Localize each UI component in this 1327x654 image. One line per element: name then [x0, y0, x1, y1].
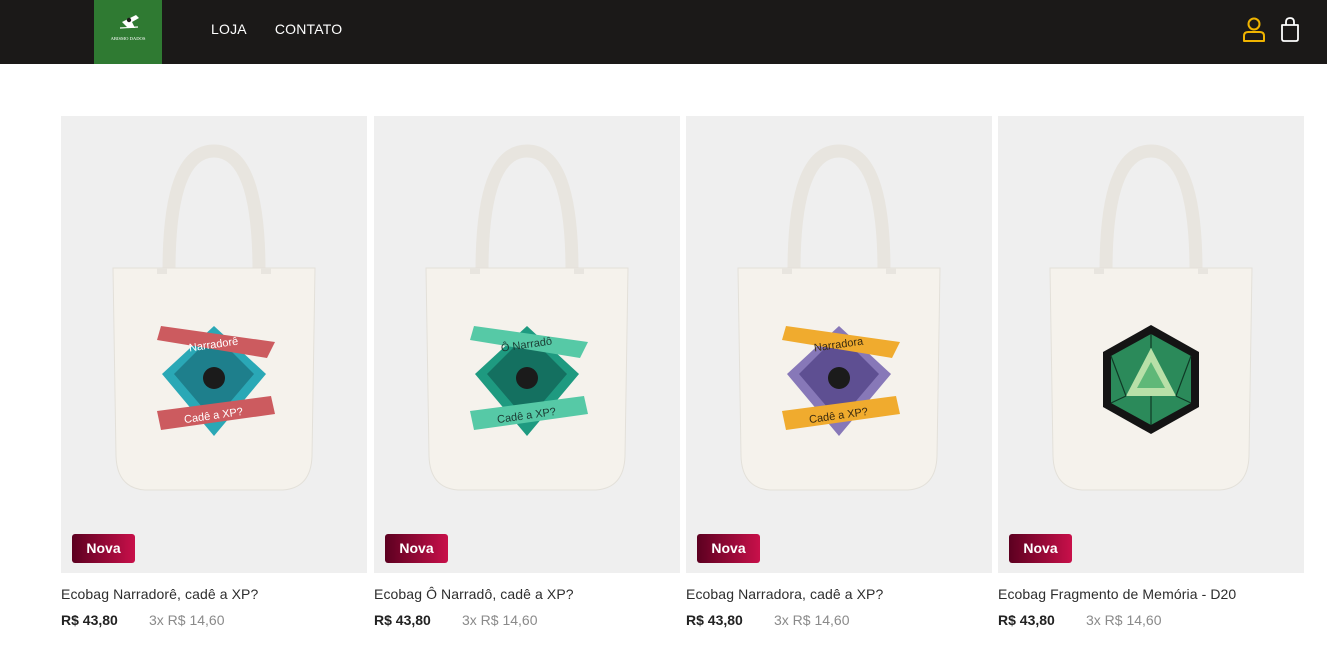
product-image[interactable]: Narradora Cadê a XP? Nova	[686, 116, 992, 573]
product-image[interactable]: Narradorê Cadê a XP? Nova	[61, 116, 367, 573]
new-badge: Nova	[72, 534, 135, 563]
product-installments: 3x R$ 14,60	[149, 612, 225, 628]
new-badge: Nova	[385, 534, 448, 563]
product-image[interactable]: Ô Narradô Cadê a XP? Nova	[374, 116, 680, 573]
product-grid: Narradorê Cadê a XP? Nova Ecobag Narrado…	[61, 116, 1304, 636]
product-card[interactable]: Narradorê Cadê a XP? Nova Ecobag Narrado…	[61, 116, 367, 636]
product-installments: 3x R$ 14,60	[462, 612, 538, 628]
logo-icon: ABISMO DADOS	[94, 0, 162, 64]
product-price: R$ 43,80	[61, 612, 118, 628]
nav-link-loja[interactable]: LOJA	[211, 21, 247, 37]
tote-bag-image: Ô Narradô Cadê a XP?	[374, 116, 680, 573]
product-title[interactable]: Ecobag Ô Narradô, cadê a XP?	[374, 586, 574, 602]
account-button[interactable]	[1241, 16, 1267, 44]
product-card[interactable]: Nova Ecobag Fragmento de Memória - D20 R…	[998, 116, 1304, 636]
new-badge: Nova	[697, 534, 760, 563]
logo-text: ABISMO DADOS	[111, 36, 146, 41]
product-title[interactable]: Ecobag Fragmento de Memória - D20	[998, 586, 1236, 602]
cart-button[interactable]	[1278, 16, 1304, 44]
product-card[interactable]: Narradora Cadê a XP? Nova Ecobag Narrado…	[686, 116, 992, 636]
product-price: R$ 43,80	[374, 612, 431, 628]
top-navigation-bar: ABISMO DADOS LOJA CONTATO	[0, 0, 1327, 64]
product-installments: 3x R$ 14,60	[1086, 612, 1162, 628]
product-card[interactable]: Ô Narradô Cadê a XP? Nova Ecobag Ô Narra…	[374, 116, 680, 636]
store-logo[interactable]: ABISMO DADOS	[94, 0, 162, 64]
product-price: R$ 43,80	[998, 612, 1055, 628]
product-title[interactable]: Ecobag Narradora, cadê a XP?	[686, 586, 883, 602]
product-installments: 3x R$ 14,60	[774, 612, 850, 628]
new-badge: Nova	[1009, 534, 1072, 563]
product-title[interactable]: Ecobag Narradorê, cadê a XP?	[61, 586, 258, 602]
tote-bag-image: Narradora Cadê a XP?	[686, 116, 992, 573]
tote-bag-image	[998, 116, 1304, 573]
nav-link-contato[interactable]: CONTATO	[275, 21, 343, 37]
user-icon	[1243, 17, 1265, 42]
main-nav: LOJA CONTATO	[211, 21, 342, 37]
shopping-bag-icon	[1281, 17, 1299, 42]
tote-bag-image: Narradorê Cadê a XP?	[61, 116, 367, 573]
product-price: R$ 43,80	[686, 612, 743, 628]
product-image[interactable]: Nova	[998, 116, 1304, 573]
